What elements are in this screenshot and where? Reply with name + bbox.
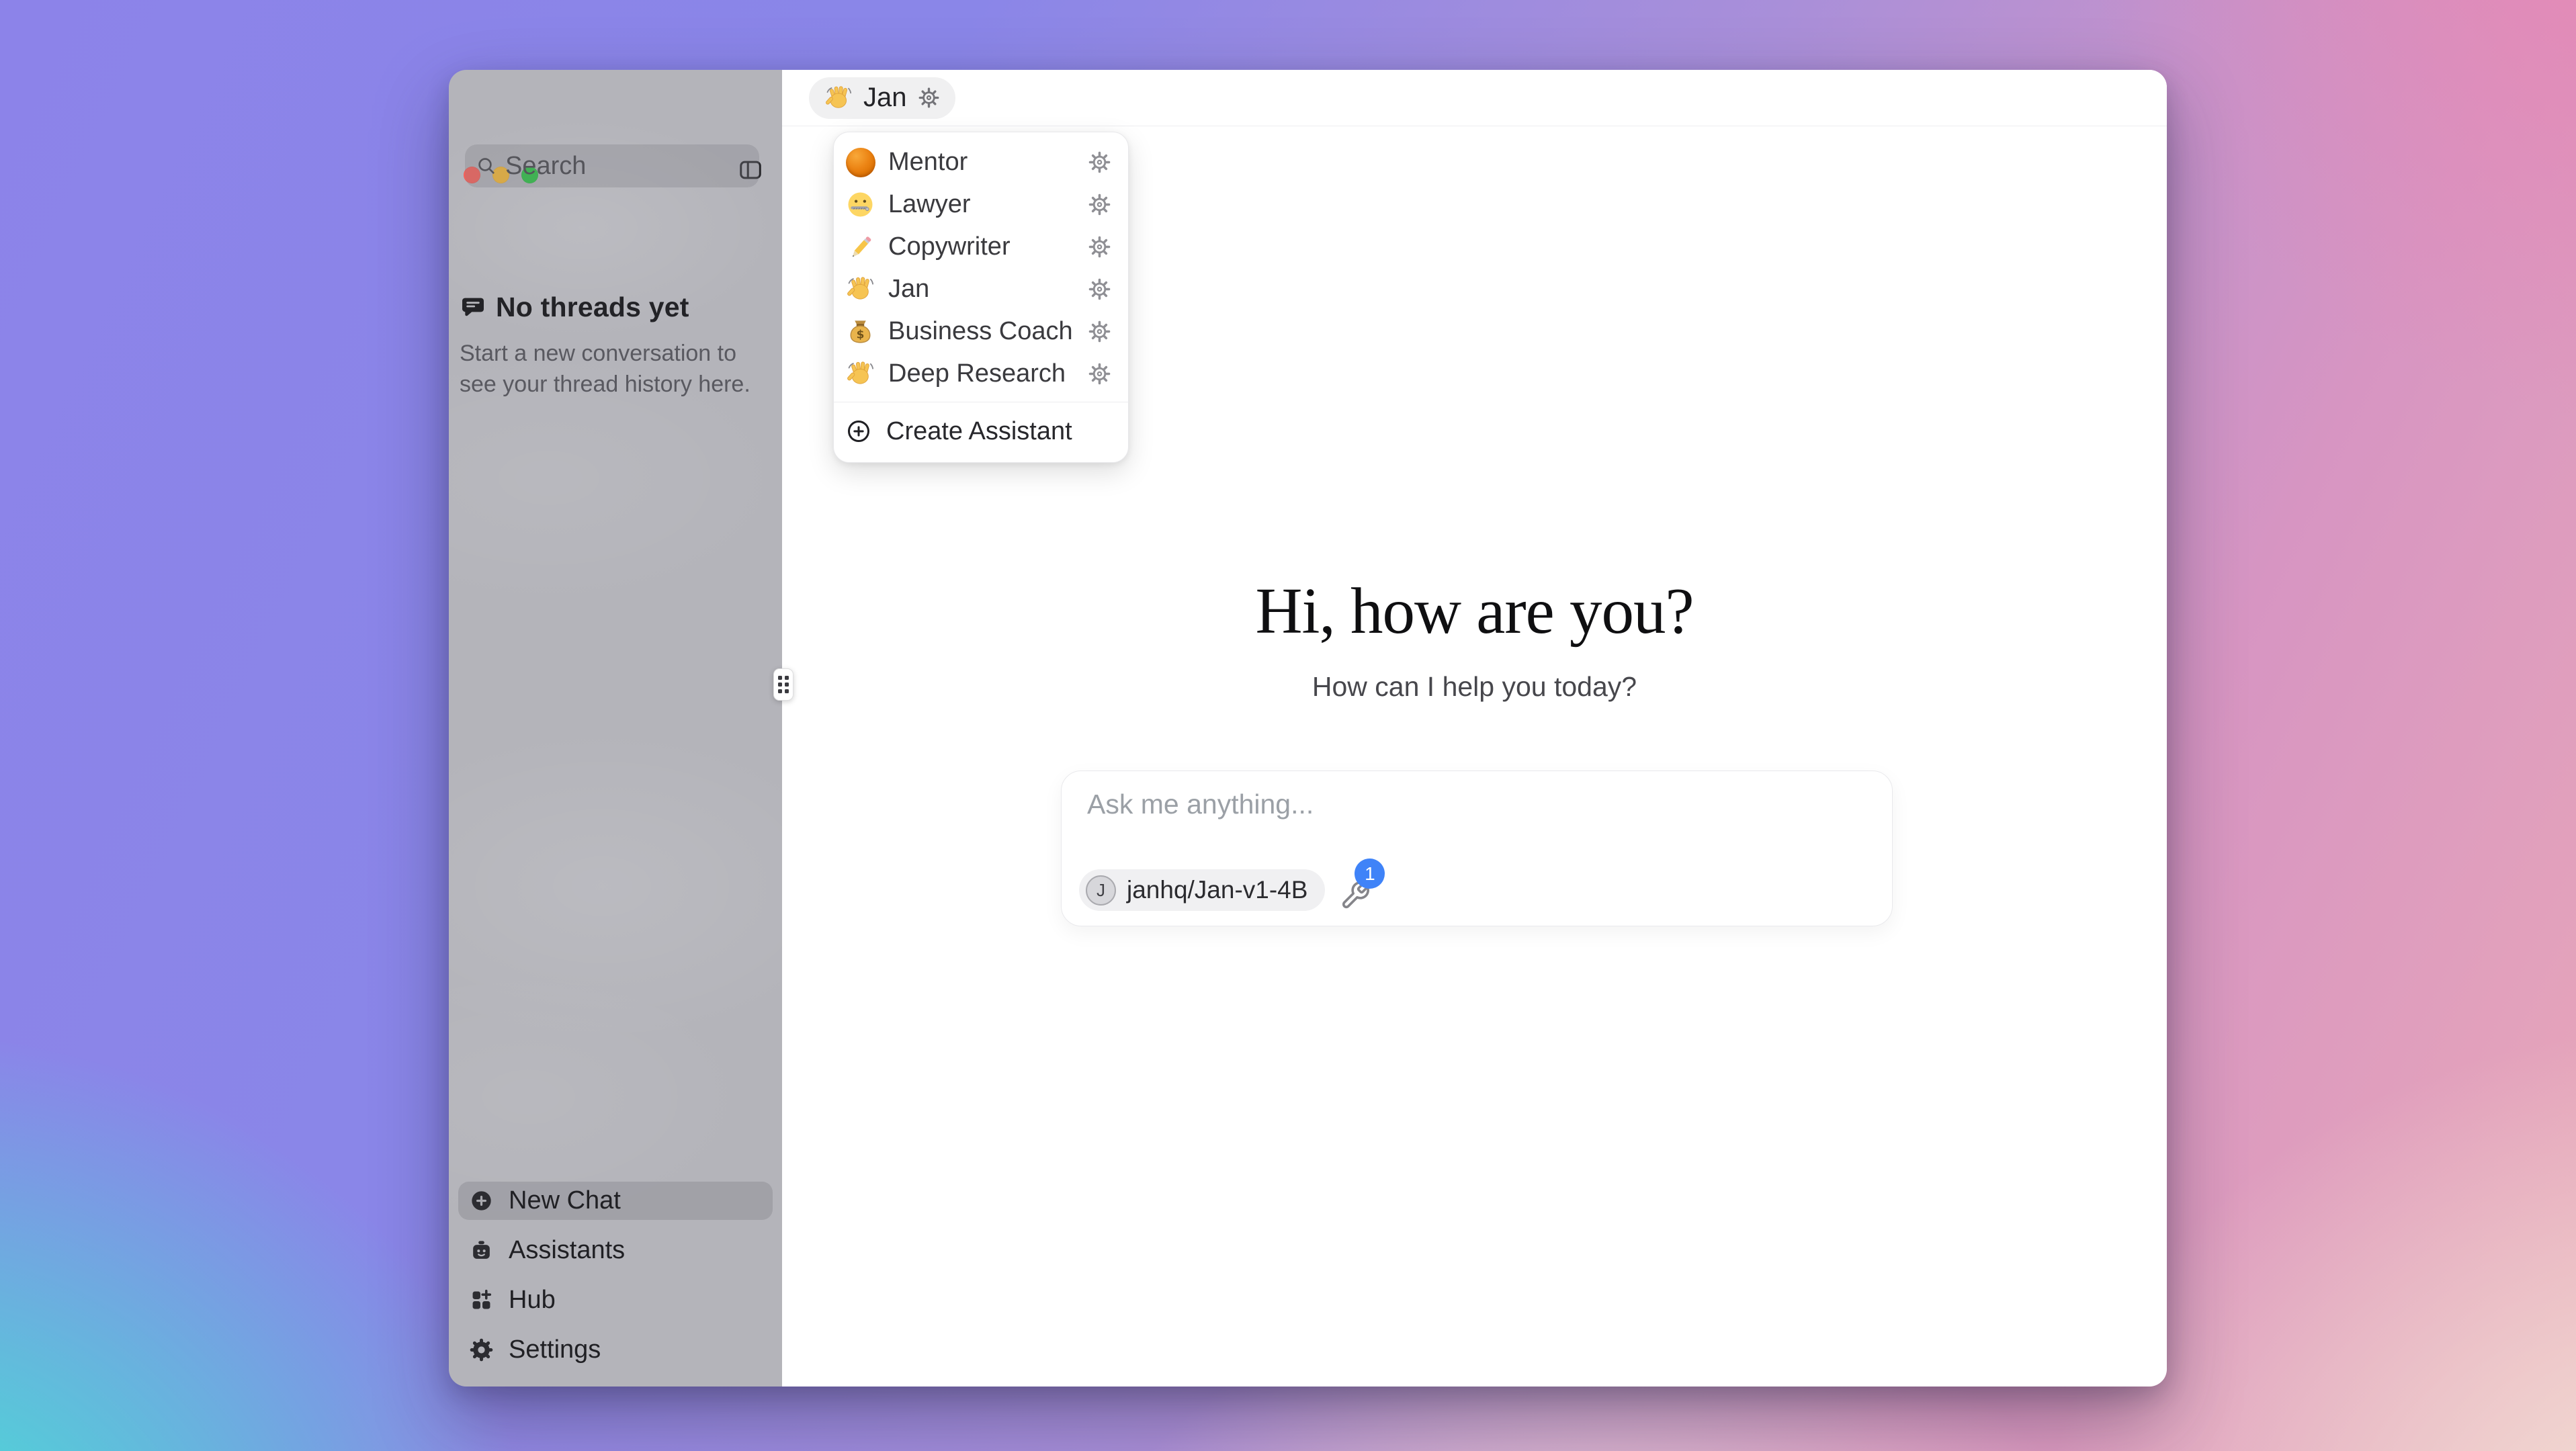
grid-plus-icon bbox=[469, 1288, 494, 1313]
threads-empty-state: No threads yet Start a new conversation … bbox=[460, 292, 762, 400]
search-input[interactable] bbox=[505, 152, 748, 181]
menu-item-business-coach[interactable]: Business Coach bbox=[834, 310, 1128, 353]
waving-hand-icon bbox=[845, 274, 875, 304]
waving-hand-icon bbox=[824, 83, 853, 113]
pencil-icon bbox=[845, 232, 875, 262]
model-name: janhq/Jan-v1-4B bbox=[1127, 876, 1307, 904]
sidebar-item-label: Hub bbox=[509, 1286, 556, 1315]
gear-icon bbox=[469, 1337, 494, 1362]
sidebar-resize-handle[interactable] bbox=[773, 668, 793, 701]
item-settings-gear-icon[interactable] bbox=[1087, 277, 1112, 302]
sidebar: No threads yet Start a new conversation … bbox=[449, 70, 782, 1387]
menu-item-lawyer[interactable]: Lawyer bbox=[834, 183, 1128, 226]
waving-hand-icon bbox=[845, 359, 875, 389]
sidebar-item-label: New Chat bbox=[509, 1186, 621, 1215]
model-selector[interactable]: J janhq/Jan-v1-4B bbox=[1079, 869, 1325, 911]
sidebar-item-label: Assistants bbox=[509, 1236, 625, 1265]
assistant-settings-gear-icon[interactable] bbox=[917, 86, 941, 109]
item-settings-gear-icon[interactable] bbox=[1087, 234, 1112, 259]
circle-plus-icon bbox=[469, 1188, 494, 1213]
empty-state-title: No threads yet bbox=[496, 292, 689, 323]
empty-state-description: Start a new conversation to see your thr… bbox=[460, 338, 762, 400]
main-panel: Jan Mentor Lawyer Copywriter bbox=[782, 70, 2167, 1387]
menu-item-label: Jan bbox=[888, 275, 1074, 304]
assistant-dropdown-menu: Mentor Lawyer Copywriter Jan bbox=[833, 132, 1129, 463]
item-settings-gear-icon[interactable] bbox=[1087, 319, 1112, 344]
composer-card: J janhq/Jan-v1-4B 1 bbox=[1061, 771, 1893, 926]
menu-item-label: Deep Research bbox=[888, 359, 1074, 388]
greeting: Hi, how are you? How can I help you toda… bbox=[782, 577, 2167, 703]
menu-item-label: Copywriter bbox=[888, 232, 1074, 261]
zipper-mouth-face-icon bbox=[845, 189, 875, 220]
model-avatar: J bbox=[1086, 875, 1116, 906]
menu-item-label: Lawyer bbox=[888, 190, 1074, 219]
robot-icon bbox=[469, 1238, 494, 1263]
sidebar-nav: New Chat Assistants Hub Settings bbox=[458, 1182, 773, 1369]
create-assistant-button[interactable]: Create Assistant bbox=[834, 409, 1128, 453]
item-settings-gear-icon[interactable] bbox=[1087, 361, 1112, 386]
menu-item-mentor[interactable]: Mentor bbox=[834, 141, 1128, 183]
search-icon bbox=[476, 155, 497, 177]
titlebar: Jan bbox=[782, 70, 2167, 126]
chat-bubble-icon bbox=[460, 294, 486, 321]
search-field[interactable] bbox=[465, 144, 759, 187]
assistant-name: Jan bbox=[863, 83, 907, 113]
sidebar-item-settings[interactable]: Settings bbox=[458, 1331, 773, 1369]
menu-item-jan[interactable]: Jan bbox=[834, 268, 1128, 310]
desktop-background: No threads yet Start a new conversation … bbox=[0, 0, 2576, 1451]
item-settings-gear-icon[interactable] bbox=[1087, 192, 1112, 217]
create-assistant-label: Create Assistant bbox=[886, 417, 1072, 446]
money-bag-icon bbox=[845, 316, 875, 347]
circle-plus-outline-icon bbox=[845, 418, 872, 445]
item-settings-gear-icon[interactable] bbox=[1087, 150, 1112, 175]
grip-dots-icon bbox=[778, 676, 789, 693]
greeting-subtitle: How can I help you today? bbox=[782, 671, 2167, 703]
sidebar-item-new-chat[interactable]: New Chat bbox=[458, 1182, 773, 1220]
menu-item-label: Business Coach bbox=[888, 317, 1074, 346]
menu-item-deep-research[interactable]: Deep Research bbox=[834, 353, 1128, 395]
sidebar-item-hub[interactable]: Hub bbox=[458, 1281, 773, 1319]
orange-circle-icon bbox=[845, 147, 875, 177]
message-input[interactable] bbox=[1087, 789, 1866, 853]
sidebar-item-assistants[interactable]: Assistants bbox=[458, 1231, 773, 1270]
app-window: No threads yet Start a new conversation … bbox=[449, 70, 2167, 1387]
assistant-selector-pill[interactable]: Jan bbox=[809, 77, 955, 119]
greeting-title: Hi, how are you? bbox=[782, 577, 2167, 646]
tools-button[interactable]: 1 bbox=[1340, 873, 1372, 911]
composer-toolbar: J janhq/Jan-v1-4B 1 bbox=[1079, 869, 1372, 911]
menu-item-copywriter[interactable]: Copywriter bbox=[834, 226, 1128, 268]
sidebar-item-label: Settings bbox=[509, 1335, 601, 1364]
menu-item-label: Mentor bbox=[888, 148, 1074, 177]
tools-count-badge: 1 bbox=[1355, 859, 1385, 889]
